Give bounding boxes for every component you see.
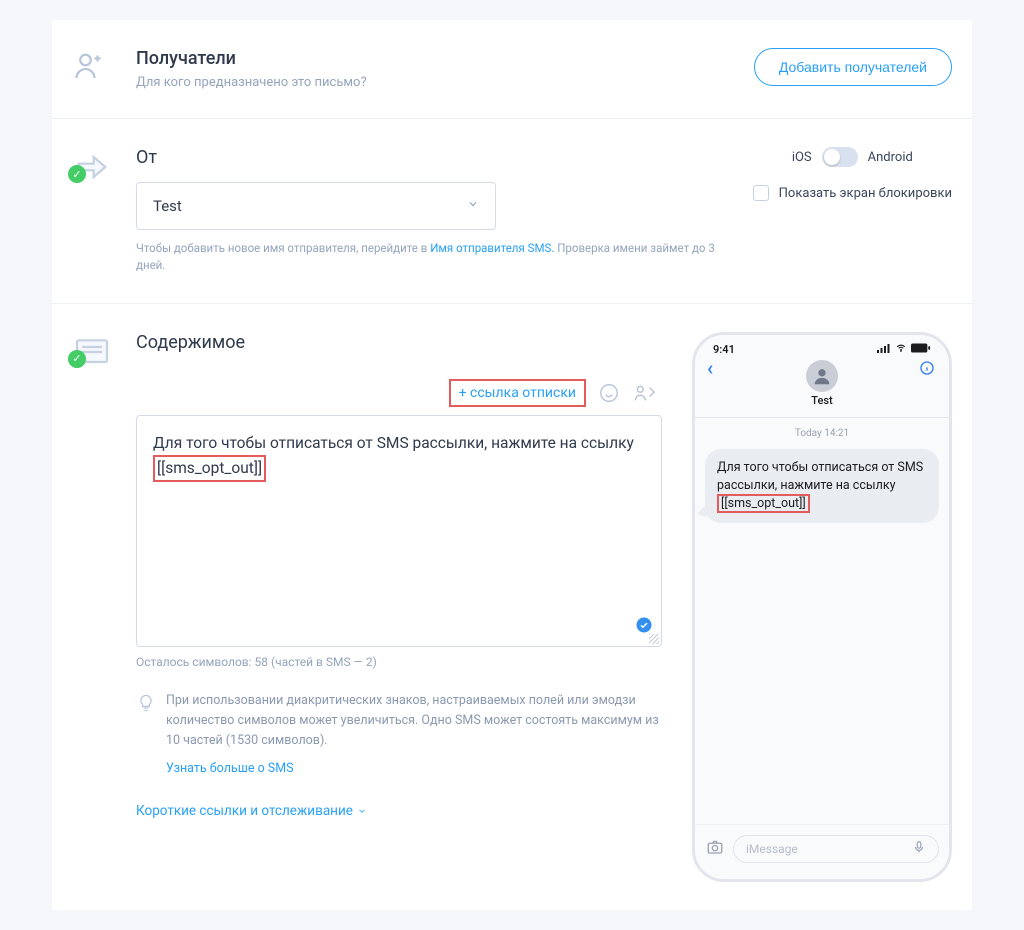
from-heading: От xyxy=(136,147,733,168)
phone-header: ‹ Test xyxy=(695,356,949,417)
camera-icon[interactable] xyxy=(705,838,725,860)
phone-statusbar: 9:41 xyxy=(695,335,949,356)
message-timestamp: Today 14:21 xyxy=(705,428,939,439)
os-toggle: iOS Android xyxy=(792,147,913,167)
ios-label: iOS xyxy=(792,150,812,165)
recipients-heading: Получатели xyxy=(136,48,734,69)
char-counter: Осталось символов: 58 (частей в SMS — 2) xyxy=(136,655,662,669)
avatar xyxy=(806,360,838,392)
person-tag-icon[interactable] xyxy=(632,382,656,404)
sender-select[interactable]: Test xyxy=(136,182,496,230)
battery-icon xyxy=(911,343,931,356)
contact-name: Test xyxy=(695,394,949,407)
wifi-icon xyxy=(894,343,908,356)
phone-messages-body: Today 14:21 Для того чтобы отписаться от… xyxy=(695,418,949,533)
android-label: Android xyxy=(868,150,913,165)
content-heading: Содержимое xyxy=(136,332,662,353)
add-recipients-button[interactable]: Добавить получателей xyxy=(754,48,952,86)
lockscreen-option: Показать экран блокировки xyxy=(753,185,952,201)
lockscreen-label: Показать экран блокировки xyxy=(779,186,952,201)
imessage-input[interactable]: iMessage xyxy=(733,835,939,863)
sms-content-textarea[interactable]: Для того чтобы отписаться от SMS рассылк… xyxy=(136,415,662,647)
sender-help-text: Чтобы добавить новое имя отправителя, пе… xyxy=(136,240,733,275)
bubble-opt-out-token: [[sms_opt_out]] xyxy=(717,494,810,513)
signal-icon xyxy=(877,343,891,356)
sms-bubble: Для того чтобы отписаться от SMS рассылк… xyxy=(705,449,939,523)
content-toolbar: + ссылка отписки xyxy=(136,379,662,407)
sender-select-value: Test xyxy=(153,197,182,215)
info-button[interactable] xyxy=(919,360,935,380)
learn-more-sms-link[interactable]: Узнать больше о SMS xyxy=(166,759,294,779)
check-badge-icon: ✓ xyxy=(68,165,86,183)
os-toggle-switch[interactable] xyxy=(822,147,858,167)
statusbar-time: 9:41 xyxy=(713,343,735,356)
phone-preview: 9:41 xyxy=(692,332,952,882)
sender-name-link[interactable]: Имя отправителя SMS. xyxy=(430,241,554,255)
mic-icon[interactable] xyxy=(912,840,926,857)
add-unsub-link-button[interactable]: + ссылка отписки xyxy=(449,379,586,407)
lightbulb-icon xyxy=(136,693,156,779)
from-section: ✓ От Test Чтобы добавить новое имя отпра… xyxy=(52,119,972,304)
recipients-subtext: Для кого предназначено это письмо? xyxy=(136,75,734,90)
chevron-down-icon xyxy=(357,806,367,816)
resize-grip[interactable] xyxy=(649,634,659,644)
hint-text: При использовании диакритических знаков,… xyxy=(166,691,662,779)
emoji-icon[interactable] xyxy=(598,382,620,404)
back-button[interactable]: ‹ xyxy=(707,356,713,380)
phone-input-bar: iMessage xyxy=(695,824,949,879)
lockscreen-checkbox[interactable] xyxy=(753,185,769,201)
people-plus-icon xyxy=(72,72,108,88)
check-badge-icon: ✓ xyxy=(68,350,86,368)
recipients-section: Получатели Для кого предназначено это пи… xyxy=(52,20,972,119)
content-section: ✓ Содержимое + ссылка отписки xyxy=(52,304,972,910)
sms-content-text: Для того чтобы отписаться от SMS рассылк… xyxy=(153,432,645,483)
opt-out-token: [[sms_opt_out]] xyxy=(153,455,266,482)
chevron-down-icon xyxy=(467,198,479,214)
short-links-tracking-link[interactable]: Короткие ссылки и отслеживание xyxy=(136,803,367,819)
